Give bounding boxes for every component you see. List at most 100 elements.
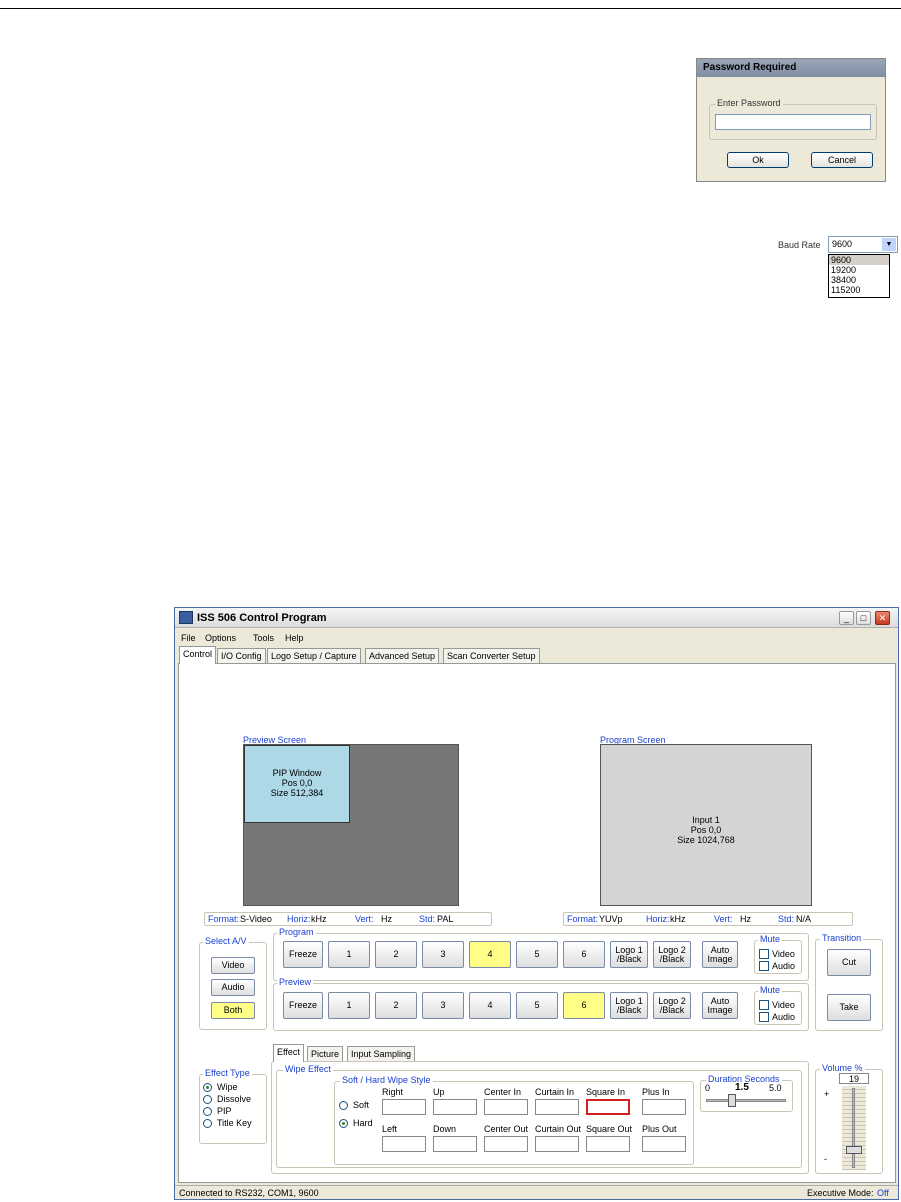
duration-min: 0 [705,1083,711,1093]
program-auto-image-button[interactable]: Auto Image [702,941,738,968]
program-input-5-button[interactable]: 5 [516,941,558,968]
program-input-6-button[interactable]: 6 [563,941,605,968]
baud-option[interactable]: 19200 [829,265,889,275]
av-both-button[interactable]: Both [211,1002,255,1019]
preview-logo2-button[interactable]: Logo 2 /Black [653,992,691,1019]
wipe-plus-in-label: Plus In [642,1087,670,1097]
wipe-plus-in-icon[interactable] [642,1099,686,1115]
wipe-center-in-icon[interactable] [484,1099,528,1115]
tab-picture[interactable]: Picture [307,1046,344,1061]
effect-title-key-radio[interactable] [203,1119,212,1128]
dialog-title: Password Required [697,59,885,77]
tab-logo-setup[interactable]: Logo Setup / Capture [267,648,361,663]
program-input: Input 1 [692,815,720,825]
password-group-label: Enter Password [715,98,783,108]
program-info-bar: Format: YUVp Horiz: kHz Vert: Hz Std: N/… [563,912,853,926]
minimize-icon[interactable]: _ [839,611,854,625]
preview-input-4-button[interactable]: 4 [469,992,511,1019]
preview-input-1-button[interactable]: 1 [328,992,370,1019]
preview-input-5-button[interactable]: 5 [516,992,558,1019]
program-input-4-button[interactable]: 4 [469,941,511,968]
maximize-icon[interactable]: □ [856,611,871,625]
preview-group-label: Preview [277,977,314,987]
program-input-2-button[interactable]: 2 [375,941,417,968]
menu-bar: File Options Tools Help [175,629,898,647]
effect-wipe-radio[interactable] [203,1083,212,1092]
program-freeze-button[interactable]: Freeze [283,941,323,968]
volume-slider[interactable] [846,1146,862,1155]
wipe-square-in-icon[interactable] [586,1099,630,1115]
tab-scan-converter[interactable]: Scan Converter Setup [443,648,540,663]
tab-advanced-setup[interactable]: Advanced Setup [365,648,440,663]
effect-pip-radio[interactable] [203,1107,212,1116]
program-logo1-button[interactable]: Logo 1 /Black [610,941,648,968]
program-mute-audio-checkbox[interactable] [759,961,769,971]
tab-input-sampling[interactable]: Input Sampling [347,1046,416,1061]
menu-file[interactable]: File [181,633,196,643]
soft-radio[interactable] [339,1101,348,1110]
menu-help[interactable]: Help [285,633,304,643]
tab-io-config[interactable]: I/O Config [217,648,266,663]
baud-rate-select[interactable]: 9600 ▼ [828,236,898,253]
vert-label: Vert: [714,914,733,924]
close-icon[interactable]: ✕ [875,611,890,625]
wipe-square-in-label: Square In [586,1087,626,1097]
tab-effect[interactable]: Effect [273,1044,304,1062]
av-audio-button[interactable]: Audio [211,979,255,996]
effect-pip-label: PIP [217,1106,232,1116]
program-pos: Pos 0,0 [690,825,722,835]
program-input-1-button[interactable]: 1 [328,941,370,968]
av-video-button[interactable]: Video [211,957,255,974]
wipe-center-out-icon[interactable] [484,1136,528,1152]
select-av-label: Select A/V [203,936,249,946]
duration-slider[interactable] [727,1094,736,1107]
take-button[interactable]: Take [827,994,871,1021]
cancel-button[interactable]: Cancel [811,152,873,168]
effect-dissolve-radio[interactable] [203,1095,212,1104]
top-rule [0,8,901,9]
executive-mode-value: Off [877,1188,889,1198]
preview-screen: PIP Window Pos 0,0 Size 512,384 [243,744,459,906]
preview-mute-audio-checkbox[interactable] [759,1012,769,1022]
program-input-3-button[interactable]: 3 [422,941,464,968]
transition-label: Transition [820,933,864,943]
baud-option[interactable]: 38400 [829,275,889,285]
pip-window[interactable]: PIP Window Pos 0,0 Size 512,384 [244,745,350,823]
chevron-down-icon[interactable]: ▼ [882,238,896,251]
std-label: Std: [778,914,795,924]
menu-tools[interactable]: Tools [253,633,274,643]
tab-control[interactable]: Control [179,646,217,664]
cut-button[interactable]: Cut [827,949,871,976]
program-mute-label: Mute [758,934,783,944]
preview-input-3-button[interactable]: 3 [422,992,464,1019]
wipe-curtain-out-icon[interactable] [535,1136,579,1152]
volume-value[interactable]: 19 [839,1073,869,1084]
wipe-curtain-in-icon[interactable] [535,1099,579,1115]
menu-options[interactable]: Options [205,633,236,643]
preview-freeze-button[interactable]: Freeze [283,992,323,1019]
preview-input-2-button[interactable]: 2 [375,992,417,1019]
program-mute-video-checkbox[interactable] [759,949,769,959]
wipe-down-icon[interactable] [433,1136,477,1152]
window-title: ISS 506 Control Program [197,612,327,624]
connection-status: Connected to RS232, COM1, 9600 [179,1188,319,1198]
wipe-left-label: Left [382,1124,398,1134]
hard-radio[interactable] [339,1119,348,1128]
password-input[interactable] [715,114,871,130]
wipe-up-icon[interactable] [433,1099,477,1115]
vert-label: Vert: [355,914,374,924]
program-logo2-button[interactable]: Logo 2 /Black [653,941,691,968]
wipe-plus-out-icon[interactable] [642,1136,686,1152]
wipe-square-out-icon[interactable] [586,1136,630,1152]
preview-logo1-button[interactable]: Logo 1 /Black [610,992,648,1019]
pip-size: Size 512,384 [270,788,324,798]
wipe-right-icon[interactable] [382,1099,426,1115]
wipe-curtain-out-label: Curtain Out [535,1124,582,1134]
baud-option[interactable]: 9600 [829,255,889,265]
wipe-left-icon[interactable] [382,1136,426,1152]
preview-mute-video-checkbox[interactable] [759,1000,769,1010]
baud-option[interactable]: 115200 [829,285,889,295]
preview-auto-image-button[interactable]: Auto Image [702,992,738,1019]
preview-input-6-button[interactable]: 6 [563,992,605,1019]
ok-button[interactable]: Ok [727,152,789,168]
